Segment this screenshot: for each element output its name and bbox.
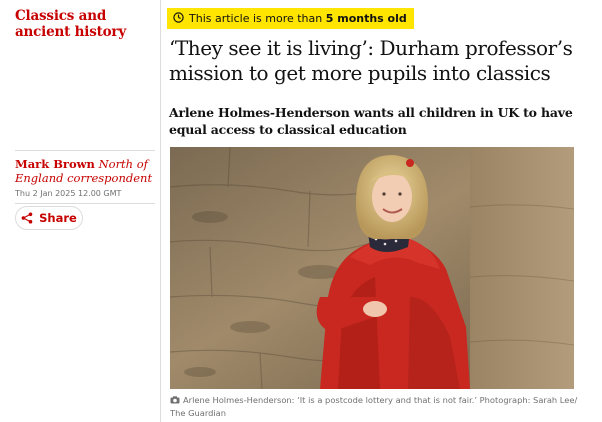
- column-divider: [160, 0, 161, 422]
- age-warning: This article is more than 5 months old: [167, 8, 414, 29]
- caption-text: Arlene Holmes-Henderson: ‘It is a postco…: [170, 395, 578, 418]
- byline: Mark Brown North of England corresponden…: [15, 157, 155, 185]
- date-divider: [15, 203, 155, 204]
- camera-icon: [170, 395, 180, 407]
- standfirst: Arlene Holmes-Henderson wants all childr…: [169, 105, 573, 137]
- age-warning-prefix: This article is more than: [189, 12, 326, 25]
- byline-divider: [15, 150, 155, 151]
- author-name[interactable]: Mark Brown: [15, 157, 95, 171]
- age-warning-age: 5 months old: [325, 12, 407, 25]
- article-photo: [170, 147, 574, 389]
- headline: ‘They see it is living’: Durham professo…: [169, 36, 573, 85]
- section-label[interactable]: Classics and ancient history: [15, 8, 155, 40]
- photo-caption: Arlene Holmes-Henderson: ‘It is a postco…: [170, 394, 590, 419]
- clock-icon: [173, 11, 184, 26]
- share-button[interactable]: Share: [15, 206, 83, 230]
- share-icon: [21, 209, 33, 228]
- publish-date: Thu 2 Jan 2025 12.00 GMT: [15, 189, 122, 198]
- share-label: Share: [39, 211, 77, 225]
